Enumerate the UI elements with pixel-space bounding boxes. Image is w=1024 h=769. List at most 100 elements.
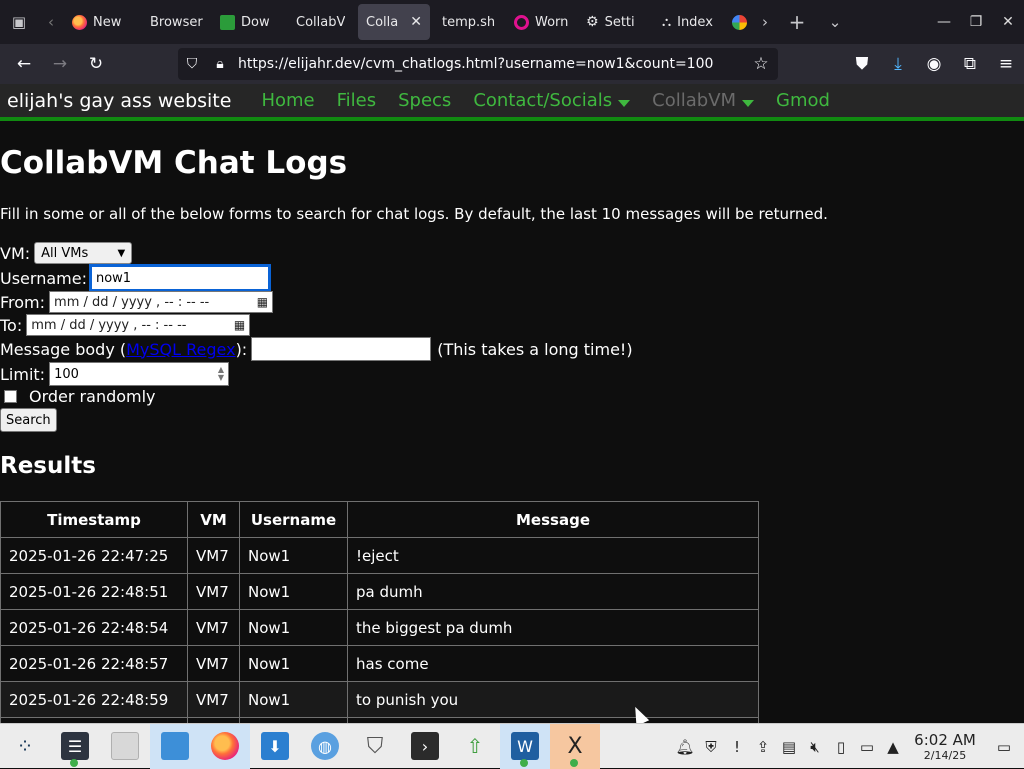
clipboard-icon[interactable]: ▤ <box>776 724 802 769</box>
folder-icon <box>161 732 189 760</box>
taskbar-vm-app[interactable]: W <box>500 723 550 769</box>
taskbar-file-manager[interactable] <box>150 723 200 769</box>
tab-worn[interactable]: Worn <box>506 4 578 40</box>
tab-collabvm-1[interactable]: CollabV <box>282 4 358 40</box>
chevron-down-icon: ▼ <box>117 247 126 259</box>
menu-icon[interactable]: ≡ <box>988 44 1024 84</box>
taskbar-terminal[interactable]: › <box>400 724 450 769</box>
url-bar[interactable]: ⛉ 🔒︎ https://elijahr.dev/cvm_chatlogs.ht… <box>178 48 778 80</box>
limit-input[interactable]: 100 ▲ ▼ <box>49 362 230 386</box>
nav-home[interactable]: Home <box>261 90 314 111</box>
order-randomly-label: Order randomly <box>29 387 156 406</box>
nav-files[interactable]: Files <box>337 90 377 111</box>
new-tab-icon[interactable]: + <box>778 0 816 44</box>
calendar-icon[interactable]: ▦ <box>257 295 268 309</box>
vm-select[interactable]: All VMs ▼ <box>34 242 133 264</box>
security-shield-icon[interactable]: ⛨ <box>698 724 724 769</box>
shield-icon[interactable]: ⛉ <box>178 56 206 72</box>
bookmark-star-icon[interactable]: ☆ <box>744 54 778 74</box>
spinner-icon[interactable]: ▲ ▼ <box>218 366 224 382</box>
cell-message: pa dumh <box>347 573 759 610</box>
tab-google[interactable] <box>728 4 752 40</box>
tab-new[interactable]: New <box>64 4 136 40</box>
taskbar-firefox[interactable] <box>200 723 250 769</box>
table-row: 2025-01-26 22:47:25 VM7 Now1 !eject <box>0 537 759 574</box>
pocket-icon[interactable]: ⛊ <box>844 44 880 84</box>
limit-value: 100 <box>54 366 79 382</box>
message-body-row: Message body (MySQL Regex): (This takes … <box>0 337 633 361</box>
from-row: From: mm / dd / yyyy , -- : -- -- ▦ <box>0 291 274 313</box>
download-site-icon <box>220 14 235 30</box>
body-label-post: ): <box>235 339 248 359</box>
cell-username: Now1 <box>239 681 348 718</box>
calendar-icon[interactable]: ▦ <box>234 318 245 332</box>
minimize-icon[interactable]: — <box>928 0 960 44</box>
tab-collabvm-active[interactable]: Collab ✕ <box>358 4 430 40</box>
close-tab-icon[interactable]: ✕ <box>410 14 422 30</box>
nav-collabvm[interactable]: CollabVM <box>652 90 755 111</box>
caret-down-icon <box>742 100 755 107</box>
reload-icon[interactable]: ↻ <box>78 44 114 84</box>
scroll-tabs-right-icon[interactable]: › <box>752 0 778 44</box>
vm-window-icon: W <box>511 732 539 760</box>
order-randomly-checkbox[interactable] <box>4 390 17 403</box>
volume-muted-icon[interactable]: 🔇︎ <box>802 724 828 769</box>
nav-label: Files <box>336 90 377 111</box>
from-date-input[interactable]: mm / dd / yyyy , -- : -- -- ▦ <box>49 291 274 313</box>
close-window-icon[interactable]: ✕ <box>992 0 1024 44</box>
to-date-input[interactable]: mm / dd / yyyy , -- : -- -- ▦ <box>26 314 251 336</box>
alert-icon[interactable]: ! <box>724 724 750 769</box>
url-text[interactable]: https://elijahr.dev/cvm_chatlogs.html?us… <box>234 56 744 72</box>
scroll-tabs-left-icon[interactable]: ‹ <box>38 0 64 44</box>
show-desktop-icon[interactable]: ▭ <box>984 724 1024 769</box>
lock-icon[interactable]: 🔒︎ <box>206 56 234 72</box>
nav-specs[interactable]: Specs <box>398 90 451 111</box>
tab-label: Browser <box>150 14 203 30</box>
tab-download[interactable]: Dow <box>212 4 282 40</box>
nav-label: Home <box>261 90 315 111</box>
account-icon[interactable]: ◉ <box>916 44 952 84</box>
forward-icon[interactable]: → <box>42 44 78 84</box>
nav-label: Gmod <box>776 90 830 111</box>
tab-index[interactable]: ⛬ Index <box>654 4 728 40</box>
search-button[interactable]: Search <box>0 408 57 432</box>
taskbar-store[interactable]: ⬇ <box>250 724 300 769</box>
taskbar-x-app[interactable]: X <box>550 723 600 769</box>
restore-icon[interactable]: ❐ <box>960 0 992 44</box>
mysql-regex-link[interactable]: MySQL Regex <box>126 340 235 359</box>
tab-settings[interactable]: ⚙ Setti <box>578 4 654 40</box>
cell-message: the biggest pa dumh <box>347 609 759 646</box>
update-icon[interactable]: ⇪ <box>750 724 776 769</box>
tab-list-icon[interactable]: ▣ <box>0 0 38 44</box>
site-brand[interactable]: elijah's gay ass website <box>0 90 231 112</box>
taskbar-settings-mixer[interactable]: ☰ <box>50 724 100 769</box>
back-icon[interactable]: ← <box>6 44 42 84</box>
cell-timestamp: 2025-01-26 22:47:25 <box>0 537 188 574</box>
random-row: Order randomly <box>0 387 156 406</box>
nav-gmod[interactable]: Gmod <box>776 90 830 111</box>
extensions-icon[interactable]: ⧉ <box>952 44 988 84</box>
message-body-input[interactable] <box>251 337 432 361</box>
globe-icon: ◍ <box>311 732 339 760</box>
tab-temp-sh[interactable]: temp.sh <box>430 4 506 40</box>
taskbar-shield[interactable]: ⛉ <box>350 724 400 769</box>
nav-contact-socials[interactable]: Contact/Socials <box>473 90 631 111</box>
usb-icon[interactable]: ▯ <box>828 724 854 769</box>
app-launcher-button[interactable]: ⁘ <box>0 724 50 769</box>
network-icon[interactable]: ▭ <box>854 724 880 769</box>
taskbar-files[interactable] <box>100 724 150 769</box>
tab-strip: ▣ ‹ New Browser Dow CollabV Collab ✕ tem… <box>0 0 1024 44</box>
chevron-down-icon[interactable]: ⌄ <box>816 0 854 44</box>
page-content: CollabVM Chat Logs Fill in some or all o… <box>0 125 1024 723</box>
downloads-icon[interactable]: ⤓ <box>880 44 916 84</box>
ring-icon <box>514 14 529 30</box>
vm-label: VM: <box>0 243 31 263</box>
clock[interactable]: 6:02 AM 2/14/25 <box>906 731 984 762</box>
tab-browser[interactable]: Browser <box>136 4 212 40</box>
username-input[interactable]: now1 <box>88 264 271 292</box>
notification-bell-icon[interactable]: 🔔︎ <box>672 724 698 769</box>
taskbar-updater[interactable]: ⇧ <box>450 724 500 769</box>
results-table: Timestamp VM Username Message 2025-01-26… <box>0 501 759 723</box>
tray-expand-icon[interactable]: ▲ <box>880 724 906 769</box>
taskbar-globe[interactable]: ◍ <box>300 724 350 769</box>
